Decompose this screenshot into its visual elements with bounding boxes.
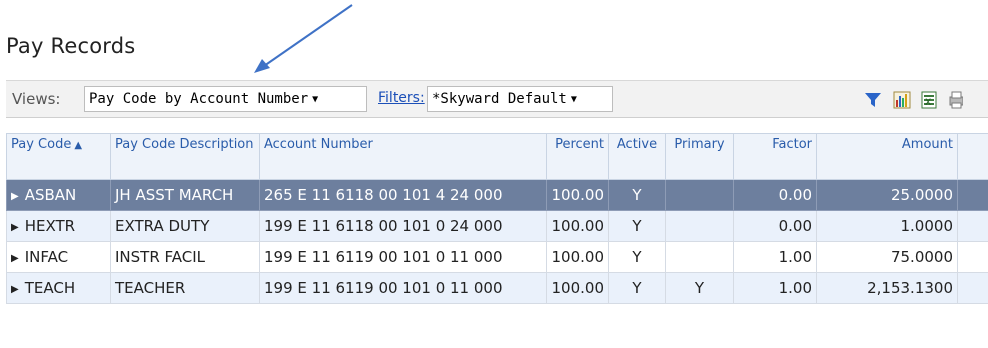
table-row[interactable]: ▶ TEACH TEACHER 199 E 11 6119 00 101 0 11… bbox=[6, 272, 988, 304]
primary-cell bbox=[665, 210, 734, 242]
percent-cell: 100.00 bbox=[546, 210, 609, 242]
col-header-account-number[interactable]: Account Number bbox=[259, 133, 547, 180]
table-row[interactable]: ▶ ASBAN JH ASST MARCH 265 E 11 6118 00 10… bbox=[6, 179, 988, 211]
primary-cell bbox=[665, 179, 734, 211]
active-cell: Y bbox=[608, 241, 666, 273]
col-header-pay-code[interactable]: Pay Code ▲ bbox=[6, 133, 111, 180]
col-header-percent[interactable]: Percent bbox=[546, 133, 609, 180]
print-icon[interactable] bbox=[949, 91, 963, 109]
chart-icon[interactable] bbox=[893, 91, 911, 109]
factor-cell: 1.00 bbox=[733, 241, 817, 273]
primary-cell bbox=[665, 241, 734, 273]
filter-icon[interactable] bbox=[864, 91, 882, 109]
col-header-active[interactable]: Active bbox=[608, 133, 666, 180]
col-header-primary[interactable]: Primary bbox=[665, 133, 734, 180]
extra-cell bbox=[957, 179, 988, 211]
annotation-arrow bbox=[254, 4, 353, 73]
grid-toolbar: Views: Pay Code by Account Number ▼ Filte… bbox=[6, 80, 988, 118]
extra-cell bbox=[957, 210, 988, 242]
active-cell: Y bbox=[608, 210, 666, 242]
expand-row-icon[interactable]: ▶ bbox=[11, 191, 19, 202]
percent-cell: 100.00 bbox=[546, 179, 609, 211]
filters-dropdown[interactable]: *Skyward Default ▼ bbox=[427, 86, 613, 112]
sort-ascending-icon: ▲ bbox=[74, 140, 83, 151]
amount-cell: 75.0000 bbox=[816, 241, 958, 273]
filters-dropdown-value: *Skyward Default bbox=[432, 91, 567, 107]
expand-row-icon[interactable]: ▶ bbox=[11, 253, 19, 264]
extra-cell bbox=[957, 241, 988, 273]
pay-records-table: Pay Code ▲ Pay Code Description Account N… bbox=[6, 133, 988, 304]
table-row[interactable]: ▶ INFAC INSTR FACIL 199 E 11 6119 00 101 … bbox=[6, 241, 988, 273]
views-label: Views: bbox=[12, 90, 61, 108]
amount-cell: 2,153.1300 bbox=[816, 272, 958, 304]
active-cell: Y bbox=[608, 179, 666, 211]
table-row[interactable]: ▶ HEXTR EXTRA DUTY 199 E 11 6118 00 101 0… bbox=[6, 210, 988, 242]
active-cell: Y bbox=[608, 272, 666, 304]
pay-code-description-cell: JH ASST MARCH bbox=[110, 179, 260, 211]
percent-cell: 100.00 bbox=[546, 272, 609, 304]
chevron-down-icon: ▼ bbox=[570, 94, 577, 105]
table-header-row: Pay Code ▲ Pay Code Description Account N… bbox=[6, 133, 988, 180]
views-dropdown[interactable]: Pay Code by Account Number ▼ bbox=[84, 86, 367, 112]
filters-link[interactable]: Filters: bbox=[378, 90, 425, 106]
account-number-cell: 199 E 11 6119 00 101 0 11 000 bbox=[259, 272, 547, 304]
account-number-cell: 199 E 11 6119 00 101 0 11 000 bbox=[259, 241, 547, 273]
page-title: Pay Records bbox=[6, 34, 136, 58]
expand-row-icon[interactable]: ▶ bbox=[11, 222, 19, 233]
percent-cell: 100.00 bbox=[546, 241, 609, 273]
col-header-pay-code-description[interactable]: Pay Code Description bbox=[110, 133, 260, 180]
svg-text:X: X bbox=[925, 98, 931, 108]
account-number-cell: 199 E 11 6118 00 101 0 24 000 bbox=[259, 210, 547, 242]
primary-cell: Y bbox=[665, 272, 734, 304]
expand-row-icon[interactable]: ▶ bbox=[11, 284, 19, 295]
excel-export-icon[interactable]: X bbox=[920, 91, 938, 109]
pay-code-cell: ▶ ASBAN bbox=[6, 179, 111, 211]
amount-cell: 1.0000 bbox=[816, 210, 958, 242]
views-dropdown-value: Pay Code by Account Number bbox=[89, 91, 309, 107]
col-header-factor[interactable]: Factor bbox=[733, 133, 817, 180]
amount-cell: 25.0000 bbox=[816, 179, 958, 211]
col-header-extra bbox=[957, 133, 988, 180]
pay-code-cell: ▶ HEXTR bbox=[6, 210, 111, 242]
pay-code-description-cell: TEACHER bbox=[110, 272, 260, 304]
factor-cell: 0.00 bbox=[733, 179, 817, 211]
extra-cell bbox=[957, 272, 988, 304]
factor-cell: 0.00 bbox=[733, 210, 817, 242]
pay-code-description-cell: INSTR FACIL bbox=[110, 241, 260, 273]
account-number-cell: 265 E 11 6118 00 101 4 24 000 bbox=[259, 179, 547, 211]
pay-code-cell: ▶ TEACH bbox=[6, 272, 111, 304]
pay-code-cell: ▶ INFAC bbox=[6, 241, 111, 273]
col-header-amount[interactable]: Amount bbox=[816, 133, 958, 180]
chevron-down-icon: ▼ bbox=[312, 94, 319, 105]
pay-code-description-cell: EXTRA DUTY bbox=[110, 210, 260, 242]
factor-cell: 1.00 bbox=[733, 272, 817, 304]
